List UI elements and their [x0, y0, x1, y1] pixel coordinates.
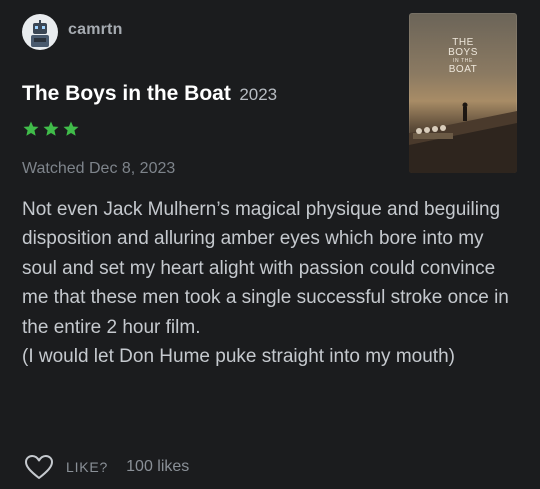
heart-outline-icon[interactable] [24, 454, 54, 480]
film-heading: The Boys in the Boat 2023 [22, 82, 277, 106]
star-rating [22, 120, 80, 140]
star-icon [23, 121, 39, 136]
star-icon [63, 121, 79, 136]
review-paragraph: Not even Jack Mulhern’s magical physique… [22, 199, 509, 338]
watched-date: Watched Dec 8, 2023 [22, 160, 176, 177]
film-year[interactable]: 2023 [239, 85, 277, 104]
review-paragraph: (I would let Don Hume puke straight into… [22, 346, 455, 368]
poster-title: THE BOYS IN THE BOAT [448, 37, 478, 75]
review-text: Not even Jack Mulhern’s magical physique… [22, 195, 522, 371]
film-title[interactable]: The Boys in the Boat [22, 82, 231, 105]
review-footer: LIKE? 100 likes [24, 454, 189, 480]
like-button[interactable]: LIKE? [66, 459, 108, 475]
star-icon [43, 121, 59, 136]
robot-avatar-icon [31, 20, 49, 47]
likes-count[interactable]: 100 likes [126, 458, 189, 476]
username[interactable]: camrtn [68, 21, 123, 39]
avatar[interactable] [22, 14, 58, 50]
poster-artwork [409, 102, 517, 173]
film-poster[interactable]: THE BOYS IN THE BOAT [409, 13, 517, 173]
